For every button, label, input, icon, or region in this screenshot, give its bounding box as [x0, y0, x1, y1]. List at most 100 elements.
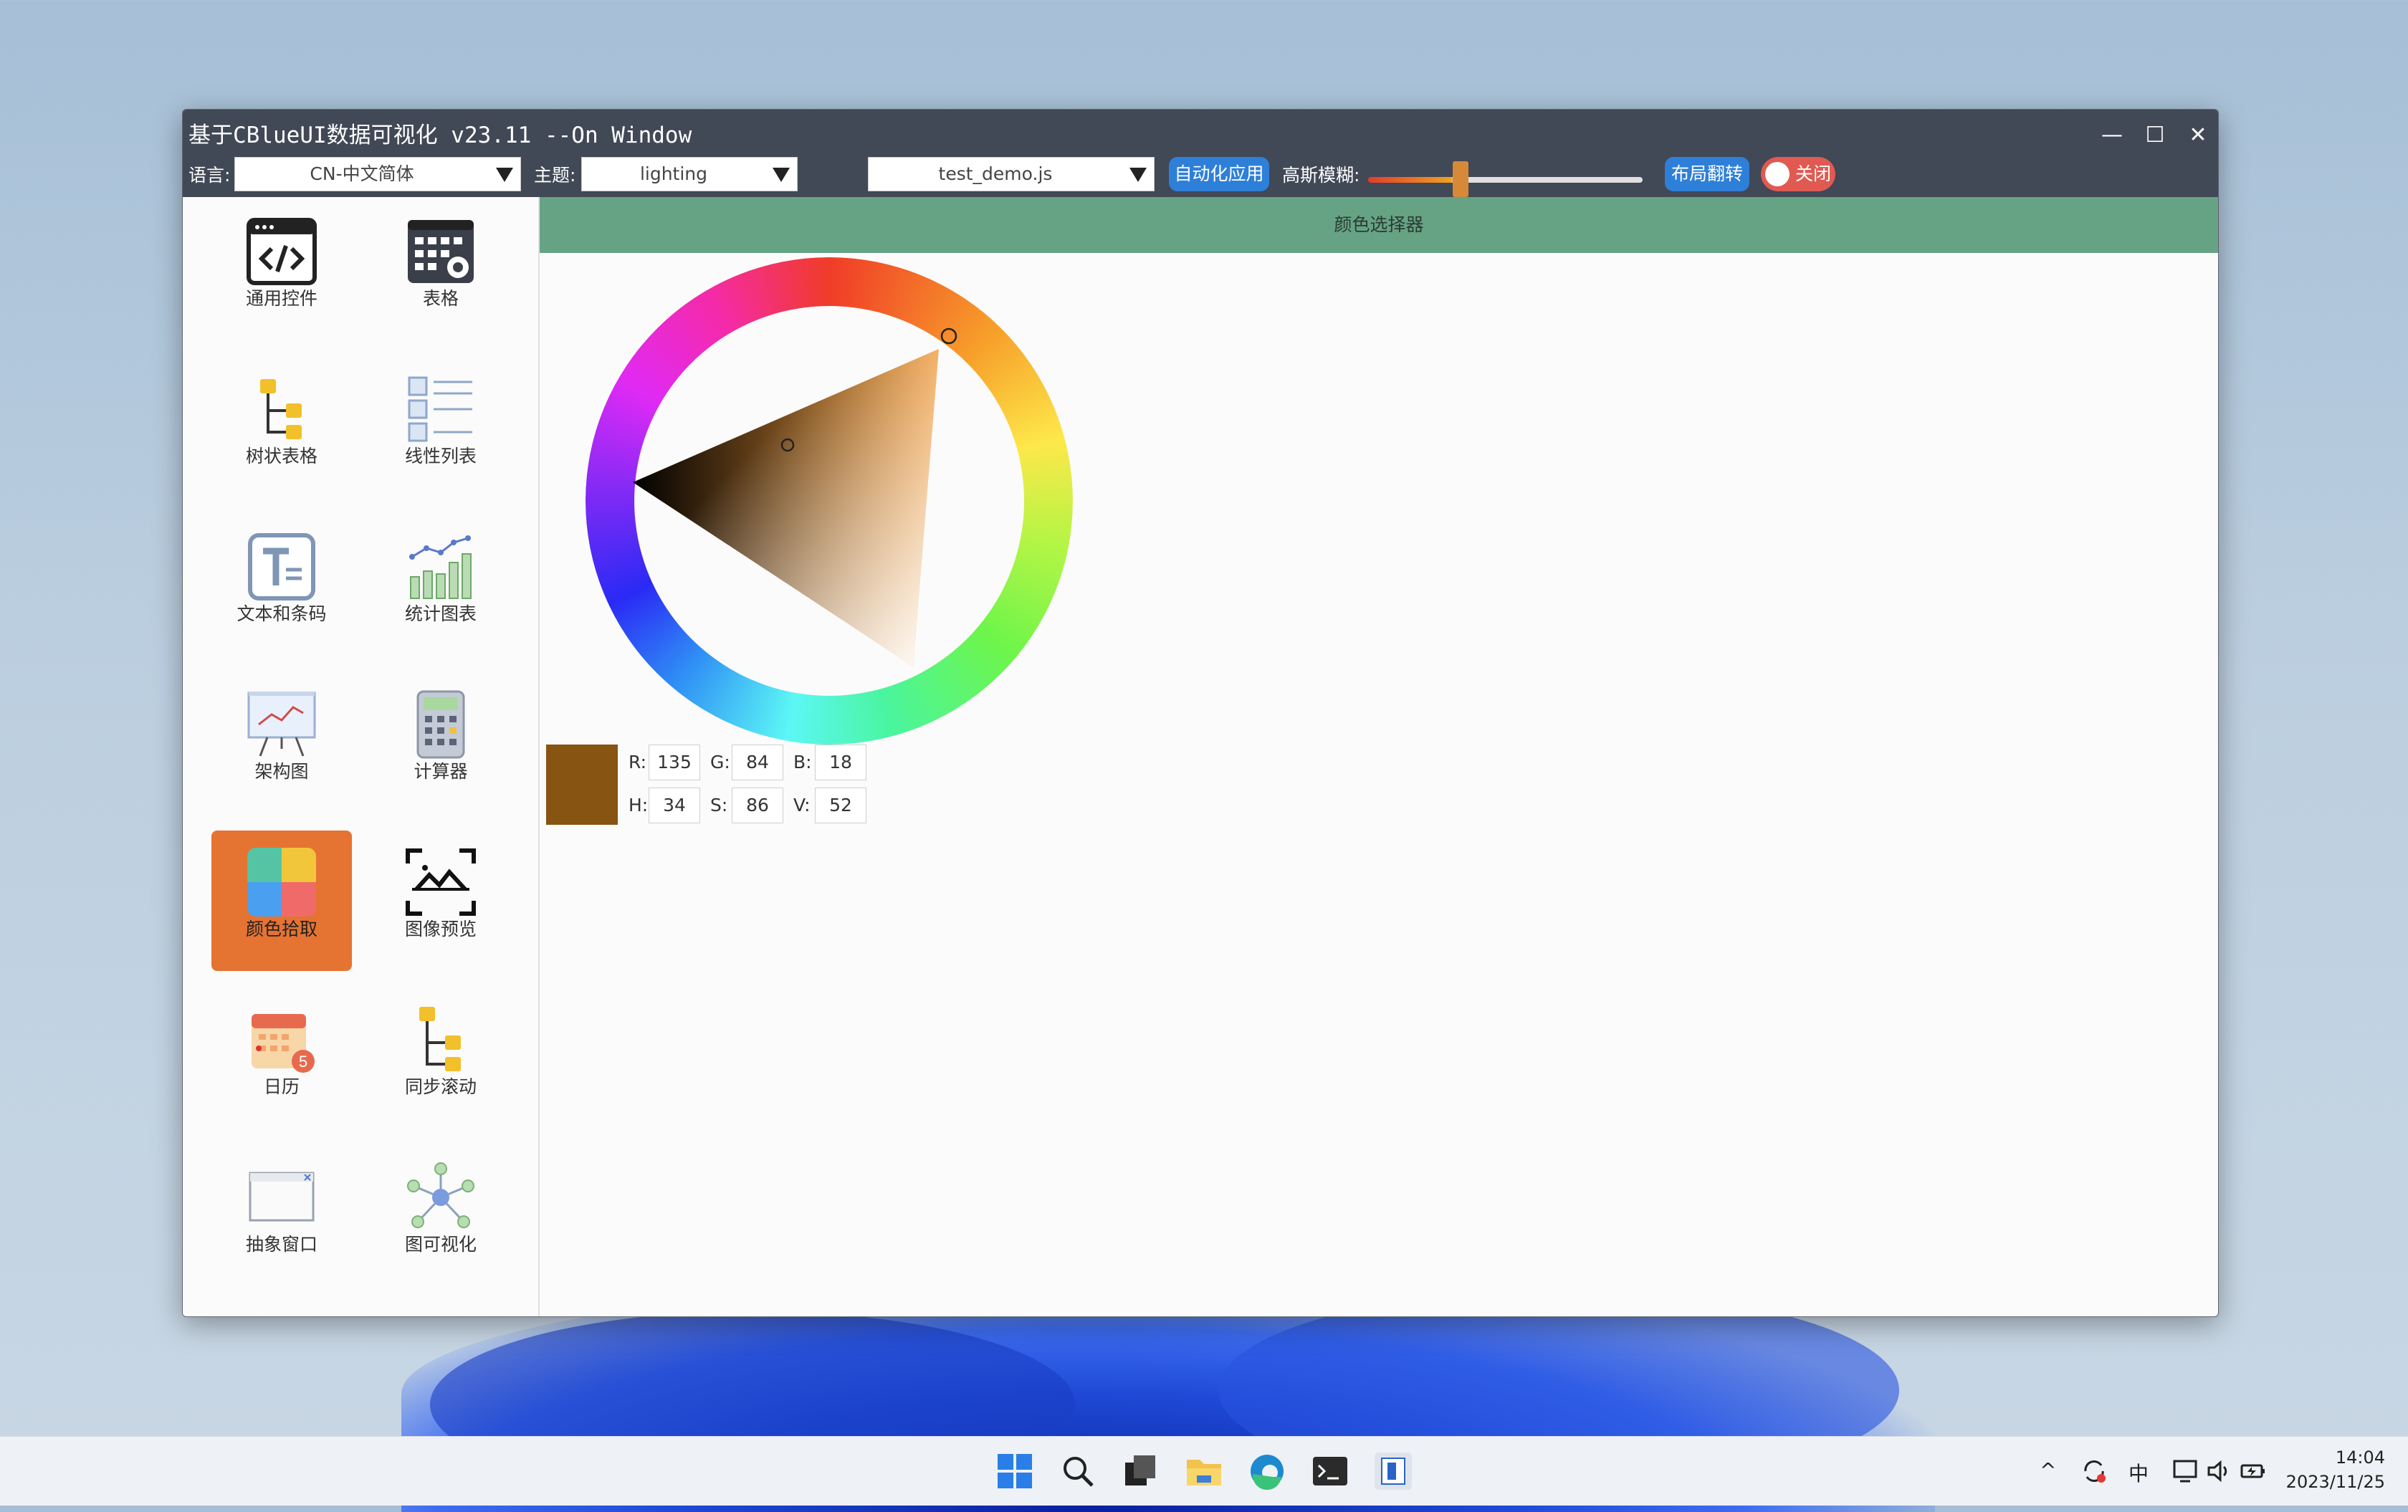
clock-time: 14:04	[2335, 1448, 2385, 1468]
sidebar-item-label: 计算器	[414, 761, 468, 782]
close-button[interactable]: ✕	[2177, 120, 2218, 151]
toggle-knob	[1765, 162, 1790, 186]
statistics-chart-icon	[409, 535, 472, 599]
abstract-window-icon	[249, 1172, 315, 1222]
sidebar-item-label: 架构图	[254, 761, 309, 782]
dropdown-arrow-icon	[496, 168, 513, 182]
maximize-button[interactable]: ☐	[2134, 120, 2177, 151]
dropdown-arrow-icon	[773, 168, 790, 182]
clock-date: 2023/11/25	[2285, 1472, 2385, 1492]
s-field[interactable]: 86	[732, 788, 783, 823]
theme-dropdown[interactable]: lighting	[581, 157, 798, 191]
sidebar-item-statistics-chart[interactable]: 统计图表	[371, 515, 511, 656]
sidebar-item-image-preview[interactable]: 图像预览	[371, 831, 511, 971]
sidebar-item-architecture[interactable]: 架构图	[211, 673, 352, 813]
task-view-icon[interactable]	[1122, 1453, 1160, 1490]
b-label: B:	[793, 752, 812, 772]
tree-table-icon	[260, 379, 302, 439]
sidebar-item-label: 图像预览	[404, 919, 477, 939]
network-icon[interactable]	[2172, 1457, 2200, 1485]
app-window-icon[interactable]	[1375, 1453, 1412, 1490]
r-label: R:	[629, 752, 647, 772]
calendar-icon: 5	[252, 1014, 315, 1073]
g-label: G:	[710, 752, 730, 772]
table-settings-icon	[408, 220, 474, 283]
color-picker-icon	[247, 848, 316, 917]
theme-value: lighting	[639, 163, 708, 184]
close-toggle[interactable]: 关闭	[1761, 157, 1835, 191]
file-explorer-icon[interactable]	[1185, 1453, 1223, 1490]
calculator-icon	[416, 690, 465, 759]
sidebar-item-label: 文本和条码	[236, 603, 327, 624]
sidebar-item-label: 抽象窗口	[245, 1234, 317, 1255]
sidebar-item-tree-table[interactable]: 树状表格	[211, 358, 352, 498]
r-field[interactable]: 135	[649, 745, 700, 780]
g-field[interactable]: 84	[732, 745, 783, 780]
blur-slider-thumb[interactable]	[1453, 161, 1468, 197]
language-dropdown[interactable]: CN-中文简体	[234, 157, 521, 191]
taskbar: ^ 中 14:04 2023/11/25	[0, 1436, 2408, 1506]
edge-browser-icon[interactable]	[1248, 1453, 1286, 1490]
layout-flip-button[interactable]: 布局翻转	[1665, 157, 1749, 191]
sync-status-icon[interactable]	[2080, 1457, 2108, 1485]
system-clock[interactable]: 14:04 2023/11/25	[2286, 1445, 2385, 1494]
script-value: test_demo.js	[938, 163, 1053, 184]
sidebar: 通用控件 表格 树状表格 线性列表 文本和条码 统计图表 架构图 计算器 颜色拾…	[183, 197, 540, 1316]
sidebar-item-label: 图可视化	[404, 1234, 477, 1255]
sidebar-item-label: 通用控件	[245, 288, 317, 309]
svg-text:5: 5	[299, 1053, 307, 1071]
window-title: 基于CBlueUI数据可视化 v23.11 --On Window	[188, 123, 692, 148]
text-barcode-icon	[248, 533, 315, 601]
sidebar-item-text-barcode[interactable]: 文本和条码	[211, 515, 352, 656]
graph-visualization-icon	[407, 1162, 474, 1228]
toggle-label: 关闭	[1795, 163, 1832, 184]
sidebar-item-label: 同步滚动	[404, 1076, 477, 1097]
architecture-board-icon	[247, 692, 316, 757]
sidebar-item-label: 线性列表	[404, 446, 477, 466]
b-field[interactable]: 18	[815, 745, 866, 780]
auto-apply-button[interactable]: 自动化应用	[1169, 157, 1269, 191]
battery-icon[interactable]	[2239, 1457, 2268, 1485]
v-field[interactable]: 52	[815, 788, 866, 823]
sidebar-item-calendar[interactable]: 5 日历	[211, 988, 352, 1129]
sidebar-item-sync-scroll[interactable]: 同步滚动	[371, 988, 511, 1129]
language-value: CN-中文简体	[310, 163, 414, 184]
script-dropdown[interactable]: test_demo.js	[868, 157, 1155, 191]
sidebar-item-abstract-window[interactable]: 抽象窗口	[211, 1146, 352, 1286]
s-label: S:	[710, 795, 728, 815]
sidebar-item-calculator[interactable]: 计算器	[371, 673, 511, 813]
sync-scroll-icon	[419, 1007, 461, 1071]
blur-slider-track[interactable]	[1368, 177, 1643, 183]
h-label: H:	[629, 795, 649, 815]
search-icon[interactable]	[1059, 1453, 1096, 1490]
title-bar[interactable]: 基于CBlueUI数据可视化 v23.11 --On Window — ☐ ✕ …	[183, 110, 2218, 197]
language-label: 语言:	[188, 165, 231, 186]
dropdown-arrow-icon	[1129, 168, 1147, 182]
minimize-button[interactable]: —	[2091, 120, 2134, 151]
theme-label: 主题:	[534, 165, 576, 186]
sidebar-item-label: 统计图表	[404, 603, 477, 624]
tray-overflow-chevron[interactable]: ^	[2040, 1458, 2056, 1482]
start-icon[interactable]	[996, 1453, 1033, 1490]
sidebar-item-table[interactable]: 表格	[371, 200, 511, 340]
sidebar-item-common-controls[interactable]: 通用控件	[211, 200, 352, 340]
h-field[interactable]: 34	[649, 788, 700, 823]
sidebar-item-linear-list[interactable]: 线性列表	[371, 358, 511, 498]
image-preview-icon	[406, 848, 476, 916]
sidebar-item-label: 颜色拾取	[245, 919, 317, 939]
color-wheel[interactable]	[586, 257, 1073, 745]
volume-icon[interactable]	[2204, 1457, 2233, 1485]
sidebar-item-label: 日历	[263, 1076, 300, 1097]
blur-label: 高斯模糊:	[1282, 165, 1360, 186]
terminal-icon[interactable]	[1312, 1453, 1349, 1490]
ime-indicator[interactable]: 中	[2128, 1458, 2149, 1487]
code-window-icon	[247, 218, 317, 285]
linear-list-icon	[408, 376, 472, 442]
panel-header: 颜色选择器	[540, 197, 2218, 253]
sidebar-item-color-picker[interactable]: 颜色拾取	[211, 831, 352, 971]
sidebar-item-label: 树状表格	[245, 446, 317, 466]
sidebar-item-label: 表格	[422, 288, 459, 309]
sv-triangle-white-overlay	[633, 349, 939, 666]
color-preview-swatch	[546, 745, 618, 825]
sidebar-item-graph-visualization[interactable]: 图可视化	[371, 1146, 511, 1286]
